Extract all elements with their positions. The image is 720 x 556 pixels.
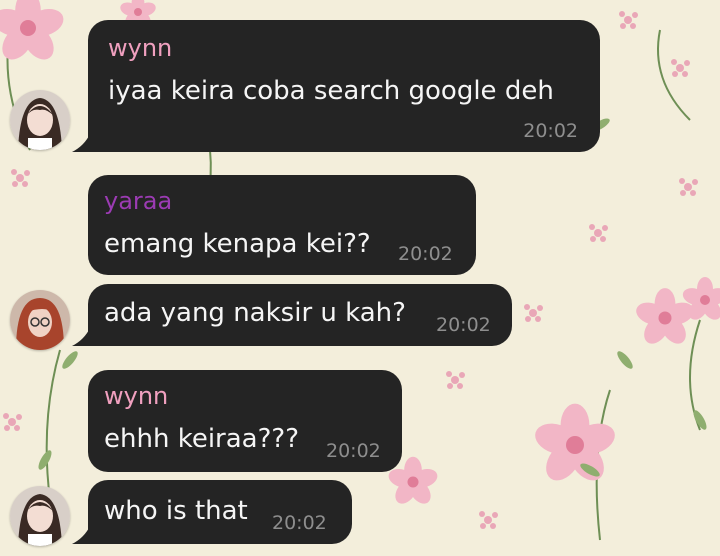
message-time: 20:02 bbox=[326, 440, 381, 462]
sender-name: wynn bbox=[104, 382, 169, 410]
message-bubble[interactable]: wynn ehhh keiraa??? 20:02 bbox=[88, 370, 402, 472]
message-text: ehhh keiraa??? bbox=[104, 424, 299, 454]
sender-name: wynn bbox=[108, 34, 173, 62]
message-text: iyaa keira coba search google deh bbox=[108, 76, 554, 106]
wynn-avatar[interactable] bbox=[10, 486, 70, 546]
wynn-avatar-image bbox=[10, 486, 70, 546]
wynn-avatar[interactable] bbox=[10, 90, 70, 150]
message-text: emang kenapa kei?? bbox=[104, 229, 371, 259]
wynn-avatar-image bbox=[10, 90, 70, 150]
yaraa-avatar-image bbox=[10, 290, 70, 350]
message-text: who is that bbox=[104, 496, 248, 526]
bubble-tail bbox=[72, 526, 90, 544]
message-time: 20:02 bbox=[436, 314, 491, 336]
message-time: 20:02 bbox=[272, 512, 327, 534]
message-bubble[interactable]: wynn iyaa keira coba search google deh 2… bbox=[72, 20, 600, 152]
bubble-tail bbox=[72, 328, 90, 346]
message-bubble[interactable]: who is that 20:02 bbox=[72, 480, 352, 544]
message-bubble[interactable]: yaraa emang kenapa kei?? 20:02 bbox=[88, 175, 476, 275]
message-bubble[interactable]: ada yang naksir u kah? 20:02 bbox=[72, 284, 512, 346]
message-time: 20:02 bbox=[523, 120, 578, 142]
sender-name: yaraa bbox=[104, 187, 173, 215]
yaraa-avatar[interactable] bbox=[10, 290, 70, 350]
message-text: ada yang naksir u kah? bbox=[104, 298, 406, 328]
bubble-tail bbox=[72, 134, 90, 152]
message-time: 20:02 bbox=[398, 243, 453, 265]
